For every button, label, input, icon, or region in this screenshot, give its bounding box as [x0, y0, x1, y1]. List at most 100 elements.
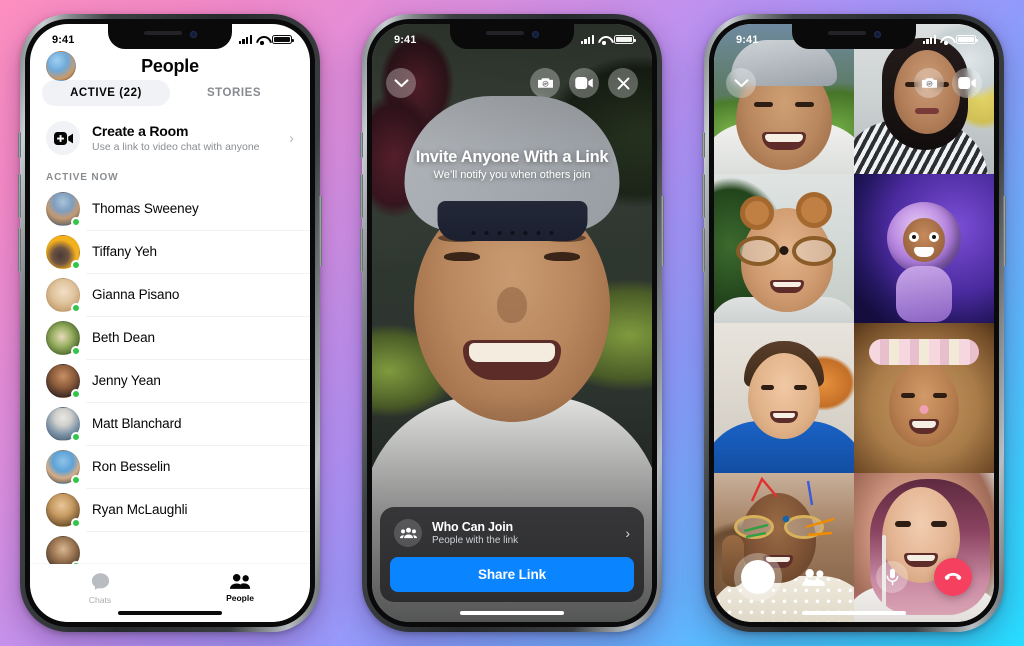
screen-people: 9:41 People ACTIVE (22) STORIES Create a… [30, 24, 310, 622]
camera-flip-icon [537, 78, 553, 88]
camera-shutter-button[interactable] [741, 560, 775, 594]
segmented-tabs: ACTIVE (22) STORIES [30, 78, 310, 106]
power-button[interactable] [319, 196, 322, 266]
create-room-title: Create a Room [92, 123, 189, 140]
avatar[interactable] [46, 51, 76, 81]
microphone-icon [886, 568, 898, 586]
minimize-chevron-down-button[interactable] [726, 68, 756, 98]
volume-down-button[interactable] [702, 228, 705, 272]
participant-grid [714, 24, 994, 622]
list-item[interactable]: Gianna Pisano [30, 273, 310, 316]
eye-left [901, 393, 915, 398]
chat-bubble-icon [91, 573, 109, 590]
who-can-join-subtitle: People with the link [432, 535, 519, 546]
headline: Invite Anyone With a Link [415, 148, 609, 166]
cellular-signal-icon [580, 35, 594, 44]
toggle-video-button[interactable] [952, 68, 982, 98]
volume-up-button[interactable] [702, 174, 705, 218]
battery-icon [956, 34, 978, 45]
home-indicator[interactable] [118, 610, 222, 615]
list-item[interactable]: Tiffany Yeh [30, 230, 310, 273]
phone-hangup-icon [944, 572, 962, 580]
who-can-join-title: Who Can Join [432, 520, 513, 534]
eye-right [933, 393, 947, 398]
online-status-dot [71, 302, 81, 313]
flower-crown-filter [869, 339, 979, 365]
nose-filter-dot [919, 405, 929, 414]
power-button[interactable] [661, 196, 664, 266]
astronaut-suit [896, 265, 952, 322]
call-controls [714, 558, 994, 596]
toggle-video-button[interactable] [569, 68, 599, 98]
eye-left [761, 385, 774, 390]
participant-tile[interactable] [854, 173, 994, 323]
share-link-button[interactable]: Share Link [390, 557, 634, 592]
front-camera [189, 31, 197, 38]
wifi-icon [256, 35, 268, 45]
list-item[interactable]: Ryan McLaughli [30, 488, 310, 531]
participant-tile[interactable] [714, 323, 854, 473]
tab-active[interactable]: ACTIVE (22) [42, 80, 170, 106]
chevron-right-icon: › [625, 525, 630, 541]
contact-name: Ryan McLaughli [92, 502, 188, 517]
list-item[interactable]: Matt Blanchard [30, 402, 310, 445]
mute-switch[interactable] [18, 132, 21, 158]
tab-stories[interactable]: STORIES [170, 80, 298, 106]
list-item[interactable]: Ron Besselin [30, 445, 310, 488]
volume-down-button[interactable] [18, 228, 21, 272]
online-status-dot [71, 259, 81, 270]
astronaut-helmet [887, 201, 961, 274]
earpiece-speaker [143, 31, 182, 35]
power-button[interactable] [1003, 196, 1006, 266]
mouth [770, 411, 798, 423]
front-camera [873, 31, 881, 38]
notch [792, 24, 916, 49]
mute-microphone-button[interactable] [876, 561, 908, 593]
home-indicator[interactable] [460, 610, 564, 615]
chevron-down-icon [734, 78, 748, 87]
online-status-dot [71, 474, 81, 485]
participant-tile[interactable] [714, 472, 854, 622]
minimize-chevron-down-button[interactable] [386, 68, 416, 98]
create-room-row[interactable]: Create a Room Use a link to video chat w… [30, 110, 310, 166]
who-can-join-row[interactable]: Who Can Join People with the link › [390, 517, 634, 557]
status-time: 9:41 [394, 33, 417, 46]
contact-name: Ron Besselin [92, 459, 171, 474]
invite-headline-block: Invite Anyone With a Link We’ll notify y… [372, 148, 652, 181]
list-item[interactable]: Jenny Yean [30, 359, 310, 402]
home-indicator[interactable] [802, 610, 906, 615]
notch [450, 24, 574, 49]
contact-name: Tiffany Yeh [92, 244, 157, 259]
people-icon [229, 574, 250, 589]
contact-list: Thomas Sweeney Tiffany Yeh Gianna Pisano… [30, 187, 310, 574]
participant-tile[interactable] [854, 472, 994, 622]
switch-camera-button[interactable] [530, 68, 560, 98]
eye-right [795, 102, 814, 107]
eye-left [895, 520, 912, 527]
volume-up-button[interactable] [18, 174, 21, 218]
online-status-dot [71, 517, 81, 528]
mouth [915, 108, 939, 114]
end-call-button[interactable] [934, 558, 972, 596]
camera-flip-icon [921, 78, 937, 88]
participant-tile[interactable] [714, 173, 854, 323]
earpiece-speaker [827, 31, 866, 35]
bear-ear-right-filter [796, 191, 832, 228]
volume-down-button[interactable] [360, 228, 363, 272]
add-people-icon[interactable] [801, 568, 827, 587]
participant-tile[interactable] [854, 323, 994, 473]
list-item[interactable]: Thomas Sweeney [30, 187, 310, 230]
switch-camera-button[interactable] [914, 68, 944, 98]
wifi-icon [598, 35, 610, 45]
eye-right [794, 385, 807, 390]
earpiece-speaker [485, 31, 524, 35]
volume-up-button[interactable] [360, 174, 363, 218]
screen-group-call: 9:41 [714, 24, 994, 622]
eye-right [931, 520, 948, 527]
tab-chats-label: Chats [88, 595, 112, 605]
close-call-button[interactable] [608, 68, 638, 98]
mute-switch[interactable] [360, 132, 363, 158]
list-item[interactable]: Beth Dean [30, 316, 310, 359]
video-camera-icon [575, 77, 593, 89]
mute-switch[interactable] [702, 132, 705, 158]
